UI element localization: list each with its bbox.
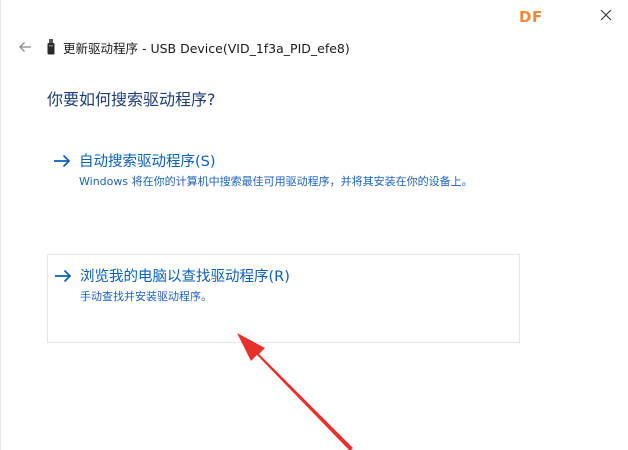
title-bar: DF: [1, 0, 628, 36]
close-icon: [600, 9, 612, 21]
auto-search-title: 自动搜索驱动程序(S): [79, 154, 216, 170]
auto-search-option[interactable]: 自动搜索驱动程序(S) Windows 将在你的计算机中搜索最佳可用驱动程序，并…: [47, 140, 521, 196]
page-title: 你要如何搜索驱动程序?: [47, 90, 216, 109]
right-arrow-icon: [53, 154, 71, 168]
watermark-logo: DF: [519, 8, 543, 26]
auto-search-description: Windows 将在你的计算机中搜索最佳可用驱动程序，并将其安装在你的设备上。: [79, 175, 473, 188]
right-arrow-icon: [54, 269, 72, 283]
update-driver-dialog: DF 更新驱动程序 - USB Device(VID_1f3a_PID_efe8…: [0, 0, 628, 450]
close-button[interactable]: [593, 4, 619, 26]
window-title: 更新驱动程序 - USB Device(VID_1f3a_PID_efe8): [63, 40, 350, 56]
browse-computer-option[interactable]: 浏览我的电脑以查找驱动程序(R) 手动查找并安装驱动程序。: [47, 254, 520, 343]
usb-device-icon: [45, 38, 57, 56]
browse-computer-description: 手动查找并安装驱动程序。: [80, 290, 212, 303]
back-arrow-icon: [19, 42, 31, 52]
option-header: 自动搜索驱动程序(S): [53, 150, 521, 171]
annotation-arrow-icon: [237, 333, 353, 450]
dialog-header: 更新驱动程序 - USB Device(VID_1f3a_PID_efe8): [15, 36, 350, 58]
option-header: 浏览我的电脑以查找驱动程序(R): [54, 265, 519, 286]
back-button[interactable]: [15, 37, 35, 57]
browse-computer-title: 浏览我的电脑以查找驱动程序(R): [80, 269, 290, 285]
